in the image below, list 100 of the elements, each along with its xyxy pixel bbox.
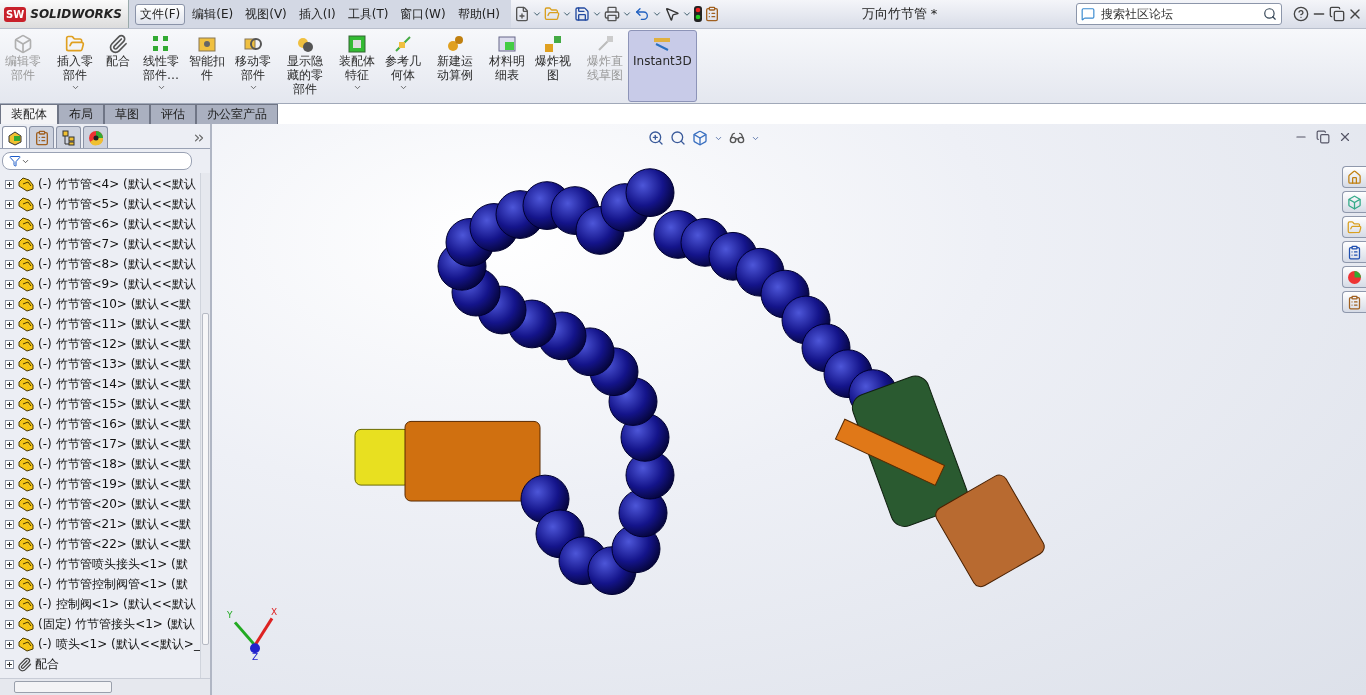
tree-item[interactable]: (-) 竹节管<12> (默认<<默 (38, 335, 192, 353)
tree-item[interactable]: (-) 竹节管<4> (默认<<默认 (38, 175, 196, 193)
scroll-bar[interactable] (199, 173, 210, 678)
expand-icon[interactable] (5, 519, 14, 529)
save-icon[interactable] (574, 6, 591, 22)
task-pane-tab[interactable] (1342, 166, 1366, 188)
expand-icon[interactable] (5, 579, 14, 589)
ribbon-button[interactable]: 新建运 动算例 (432, 30, 478, 102)
expand-panel-icon[interactable] (192, 131, 206, 145)
menu-item[interactable]: 窗口(W) (395, 3, 451, 25)
expand-icon[interactable] (5, 559, 14, 569)
task-pane-tab[interactable] (1342, 291, 1366, 313)
expand-icon[interactable] (5, 659, 14, 669)
menu-item[interactable]: 视图(V) (240, 3, 292, 25)
tree-item[interactable]: (-) 竹节管<10> (默认<<默 (38, 295, 192, 313)
tree-item[interactable]: (-) 竹节管<9> (默认<<默认 (38, 275, 196, 293)
menu-item[interactable]: 工具(T) (342, 3, 394, 25)
filter-field[interactable] (2, 152, 192, 170)
zoom-area-icon[interactable] (670, 130, 686, 146)
tab[interactable]: 布局 (58, 104, 104, 124)
tree-item[interactable]: (-) 竹节管<19> (默认<<默 (38, 475, 192, 493)
tree-item[interactable]: (-) 竹节管<21> (默认<<默 (38, 515, 192, 533)
expand-icon[interactable] (5, 259, 14, 269)
tree-item[interactable]: (-) 竹节管<13> (默认<<默 (38, 355, 192, 373)
tree-item[interactable]: (-) 竹节管喷头接头<1> (默 (38, 555, 188, 573)
ribbon-button[interactable]: 材料明 细表 (484, 30, 530, 102)
tree-item[interactable]: (-) 竹节管<22> (默认<<默 (38, 535, 192, 553)
tree-item[interactable]: (-) 喷头<1> (默认<<默认>_ (38, 635, 200, 653)
expand-icon[interactable] (5, 399, 14, 409)
ribbon-button[interactable]: Instant3D (628, 30, 697, 102)
search-icon[interactable] (1263, 7, 1277, 21)
expand-icon[interactable] (5, 459, 14, 469)
expand-icon[interactable] (5, 299, 14, 309)
ribbon-button[interactable]: 显示隐 藏的零 部件 (282, 30, 328, 102)
tree-item[interactable]: (-) 竹节管<17> (默认<<默 (38, 435, 192, 453)
tree-item[interactable]: (-) 竹节管<18> (默认<<默 (38, 455, 192, 473)
tree-item[interactable]: (-) 竹节管控制阀管<1> (默 (38, 575, 188, 593)
tree-item[interactable]: (-) 竹节管<6> (默认<<默认 (38, 215, 196, 233)
tab[interactable]: 办公室产品 (196, 104, 278, 124)
tree-item[interactable]: (-) 竹节管<15> (默认<<默 (38, 395, 192, 413)
ribbon-button[interactable]: 配合 (98, 30, 138, 102)
glasses-icon[interactable] (729, 130, 745, 146)
expand-icon[interactable] (5, 479, 14, 489)
tab[interactable]: 草图 (104, 104, 150, 124)
ribbon-button[interactable]: 装配体 特征 (334, 30, 380, 102)
tree-item[interactable]: (-) 竹节管<20> (默认<<默 (38, 495, 192, 513)
expand-icon[interactable] (5, 499, 14, 509)
new-file-icon[interactable] (514, 6, 531, 22)
tree-item[interactable]: (固定) 竹节管接头<1> (默认 (38, 615, 196, 633)
expand-icon[interactable] (5, 179, 14, 189)
expand-icon[interactable] (5, 239, 14, 249)
task-pane-tab[interactable] (1342, 241, 1366, 263)
undo-icon[interactable] (634, 6, 651, 22)
ribbon-button[interactable]: 智能扣 件 (184, 30, 230, 102)
ribbon-button[interactable]: 移动零 部件 (230, 30, 276, 102)
ribbon-button[interactable]: 爆炸视 图 (530, 30, 576, 102)
tree-item[interactable]: (-) 竹节管<14> (默认<<默 (38, 375, 192, 393)
expand-icon[interactable] (5, 359, 14, 369)
tree-item[interactable]: (-) 竹节管<7> (默认<<默认 (38, 235, 196, 253)
restore-icon[interactable] (1316, 130, 1330, 144)
tree-item[interactable]: (-) 竹节管<8> (默认<<默认 (38, 255, 196, 273)
caret-icon[interactable] (622, 9, 633, 19)
expand-icon[interactable] (5, 539, 14, 549)
tree-item[interactable]: (-) 竹节管<5> (默认<<默认 (38, 195, 196, 213)
zoom-icon[interactable] (648, 130, 664, 146)
search-field[interactable]: 搜索社区论坛 (1099, 6, 1259, 22)
search-box[interactable]: 搜索社区论坛 (1076, 3, 1282, 25)
expand-icon[interactable] (5, 319, 14, 329)
horizontal-scroll-bar[interactable] (0, 678, 210, 695)
expand-icon[interactable] (5, 219, 14, 229)
expand-icon[interactable] (5, 199, 14, 209)
caret-icon[interactable] (532, 9, 543, 19)
expand-icon[interactable] (5, 599, 14, 609)
restore-icon[interactable] (1329, 6, 1345, 22)
expand-icon[interactable] (5, 619, 14, 629)
expand-icon[interactable] (5, 639, 14, 649)
tree-item[interactable]: (-) 竹节管<11> (默认<<默 (38, 315, 192, 333)
expand-icon[interactable] (5, 419, 14, 429)
tab[interactable]: 装配体 (0, 104, 58, 124)
panel-tab[interactable] (83, 126, 108, 148)
expand-icon[interactable] (5, 439, 14, 449)
tree-item[interactable]: (-) 竹节管<16> (默认<<默 (38, 415, 192, 433)
panel-tab[interactable] (2, 126, 27, 148)
caret-icon[interactable] (562, 9, 573, 19)
menu-item[interactable]: 编辑(E) (187, 3, 239, 25)
printer-icon[interactable] (604, 6, 621, 22)
tree-item[interactable]: (-) 控制阀<1> (默认<<默认 (38, 595, 196, 613)
ribbon-button[interactable]: 线性零 部件… (138, 30, 184, 102)
menu-item[interactable]: 插入(I) (293, 3, 341, 25)
panel-tab[interactable] (56, 126, 81, 148)
pointer-icon[interactable] (664, 6, 681, 22)
expand-icon[interactable] (5, 379, 14, 389)
menu-item[interactable]: 文件(F) (135, 3, 186, 25)
expand-icon[interactable] (5, 279, 14, 289)
traffic-light-icon[interactable] (694, 6, 703, 22)
ribbon-button[interactable]: 插入零 部件 (52, 30, 98, 102)
menu-item[interactable]: 帮助(H) (452, 3, 506, 25)
close-icon[interactable] (1338, 130, 1352, 144)
help-icon[interactable] (1293, 6, 1309, 22)
caret-icon[interactable] (592, 9, 603, 19)
